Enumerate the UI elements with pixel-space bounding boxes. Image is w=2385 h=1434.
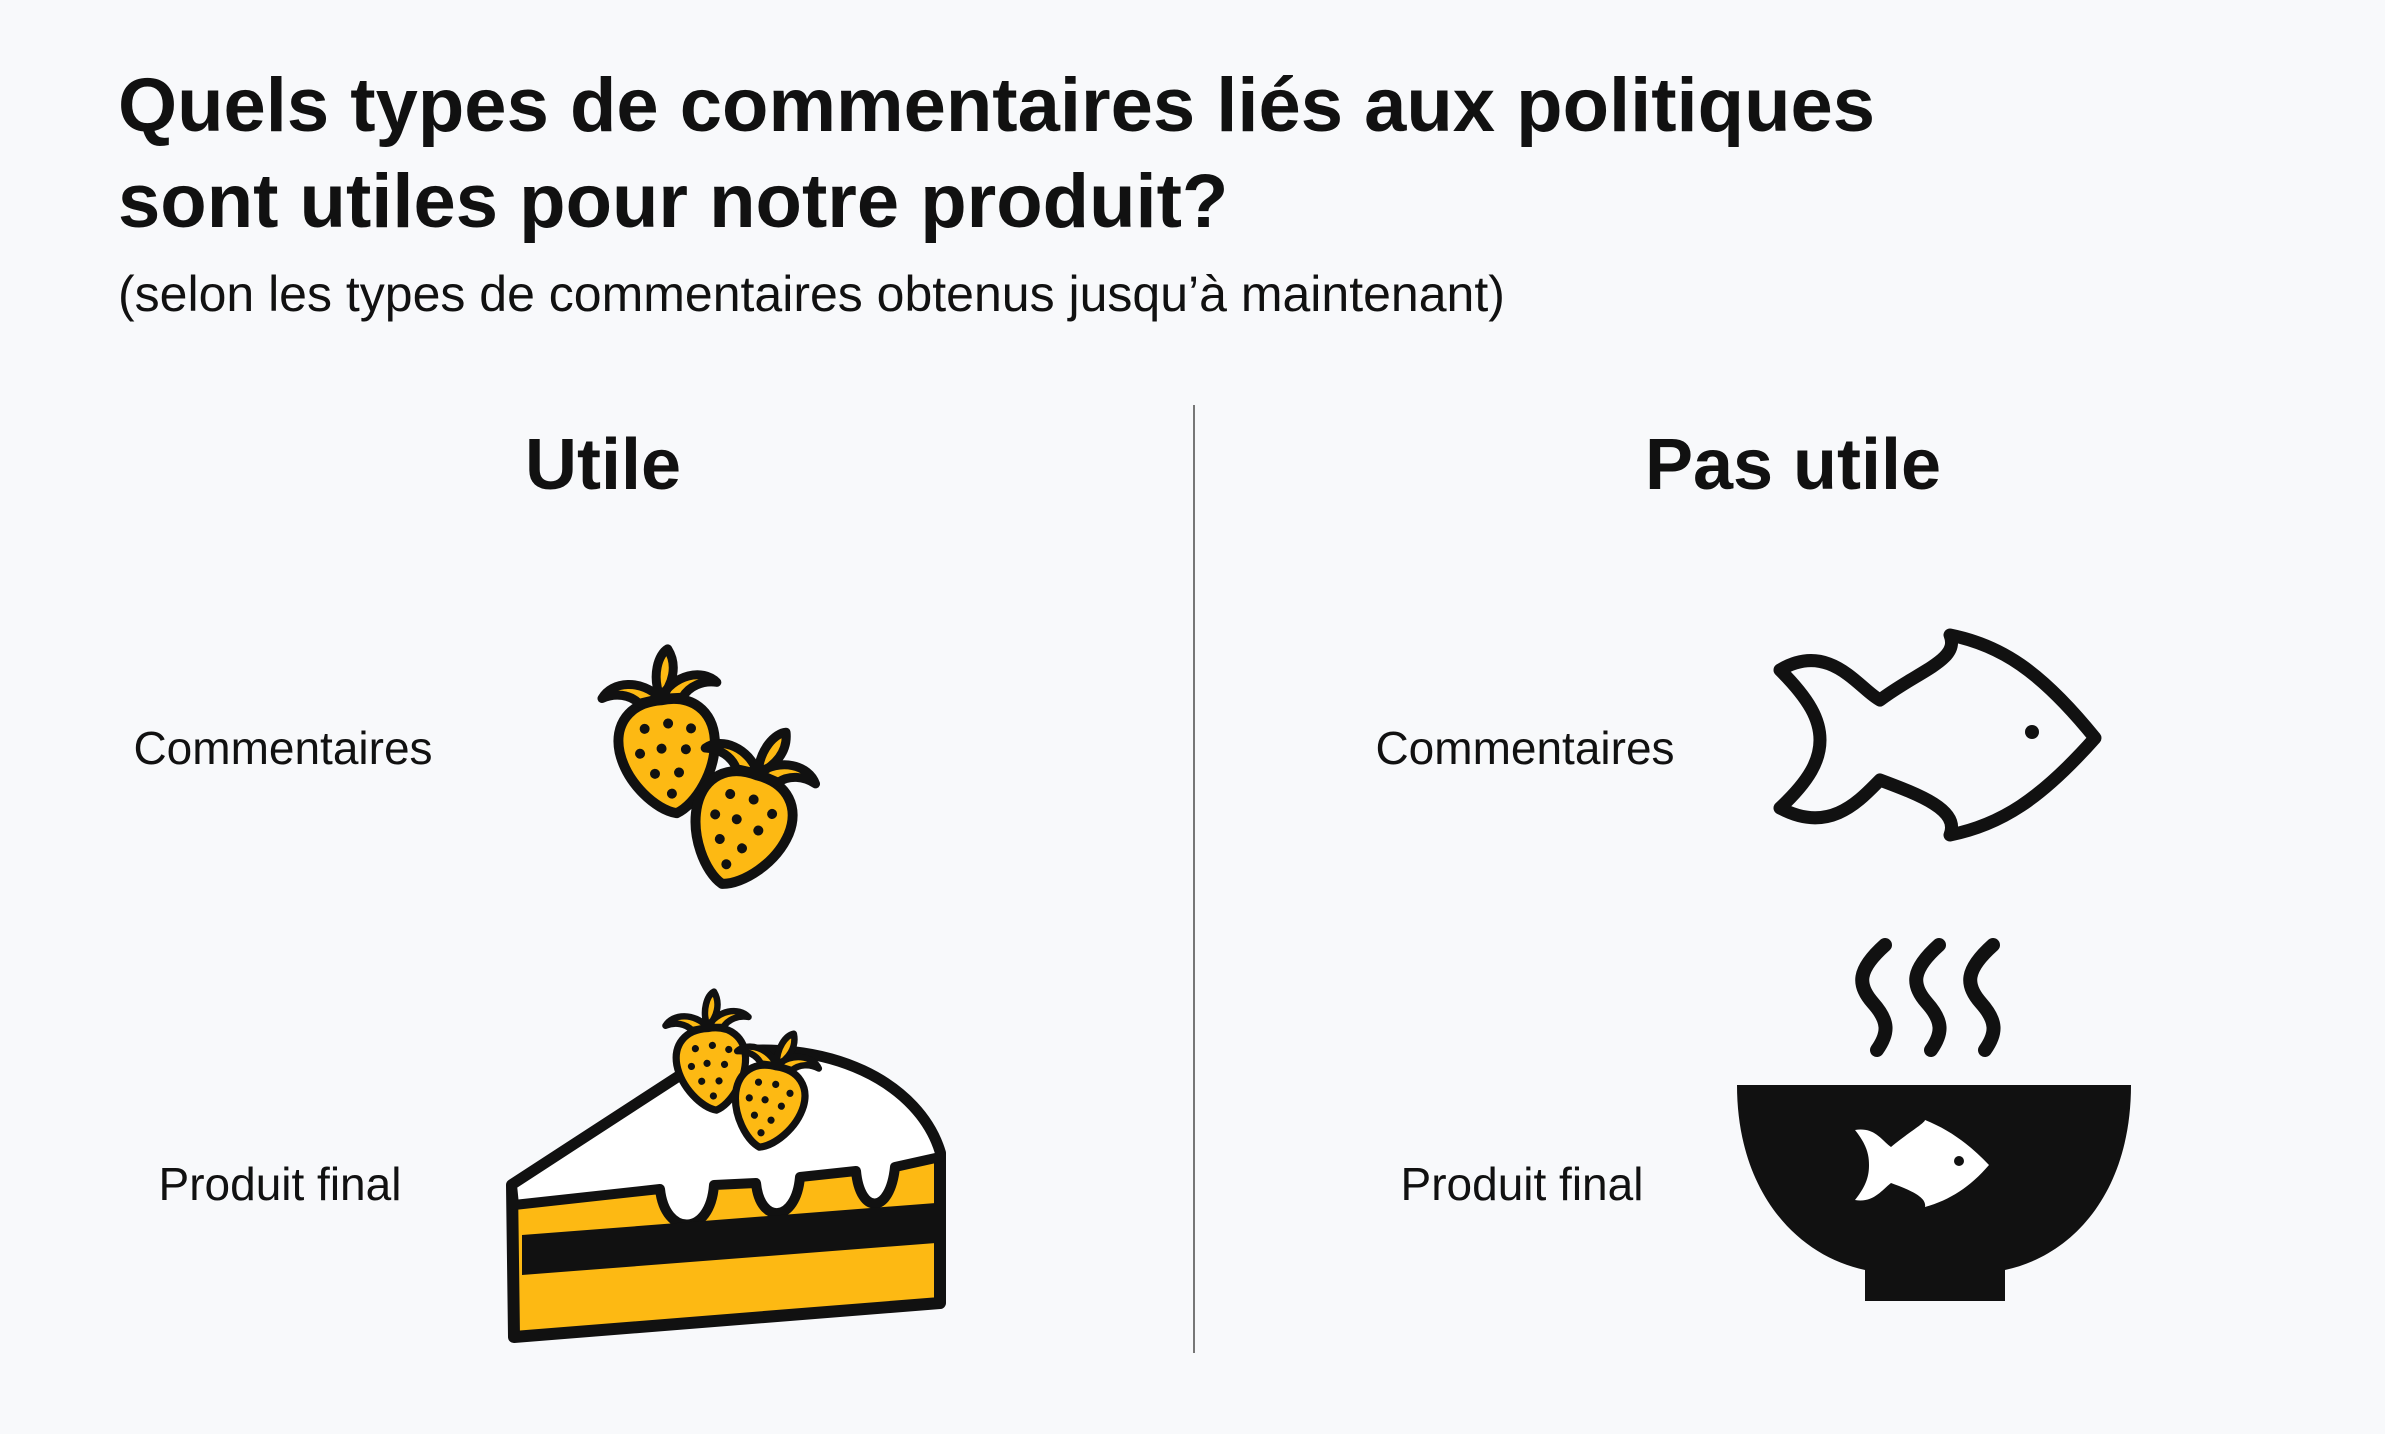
useful-product-label: Produit final <box>158 1158 402 1210</box>
page-subtitle: (selon les types de commentaires obtenus… <box>118 266 1505 322</box>
strawberries-icon <box>585 630 865 890</box>
column-divider <box>1193 405 1195 1353</box>
column-heading-useful: Utile <box>524 425 682 505</box>
page-title-line-1: Quels types de commentaires liés aux pol… <box>118 63 1876 148</box>
not-useful-feedback-label: Commentaires <box>1375 722 1675 774</box>
strawberry-cake-icon <box>500 975 960 1355</box>
page-title: Quels types de commentaires liés aux pol… <box>118 58 2218 250</box>
fish-icon <box>1770 628 2110 850</box>
not-useful-product-label: Produit final <box>1400 1158 1644 1210</box>
page-title-line-2: sont utiles pour notre produit? <box>118 159 1229 244</box>
column-heading-not-useful: Pas utile <box>1644 425 1942 505</box>
useful-feedback-label: Commentaires <box>133 722 433 774</box>
fish-soup-bowl-icon <box>1735 935 2135 1305</box>
